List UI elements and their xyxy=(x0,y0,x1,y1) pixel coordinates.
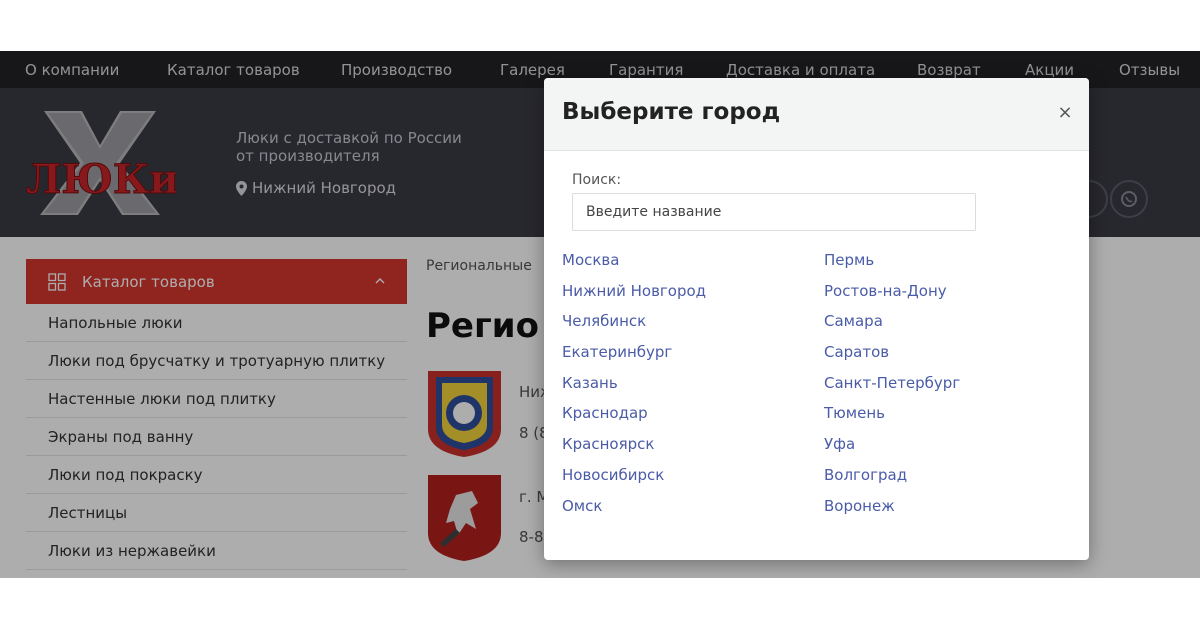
city-select-modal: Выберите город × Поиск: Москва Нижний Но… xyxy=(544,78,1089,560)
city-link-moscow[interactable]: Москва xyxy=(562,248,706,279)
close-icon[interactable]: × xyxy=(1057,104,1073,122)
city-link-rostov-on-don[interactable]: Ростов-на-Дону xyxy=(824,279,960,310)
city-link-perm[interactable]: Пермь xyxy=(824,248,960,279)
city-link-saint-petersburg[interactable]: Санкт-Петербург xyxy=(824,371,960,402)
city-link-volgograd[interactable]: Волгоград xyxy=(824,463,960,494)
city-link-tyumen[interactable]: Тюмень xyxy=(824,401,960,432)
modal-header: Выберите город × xyxy=(544,78,1089,151)
city-link-samara[interactable]: Самара xyxy=(824,309,960,340)
city-link-chelyabinsk[interactable]: Челябинск xyxy=(562,309,706,340)
city-link-omsk[interactable]: Омск xyxy=(562,494,706,525)
city-link-novosibirsk[interactable]: Новосибирск xyxy=(562,463,706,494)
modal-title: Выберите город xyxy=(562,99,781,125)
city-link-saratov[interactable]: Саратов xyxy=(824,340,960,371)
city-search-input[interactable] xyxy=(572,193,976,231)
page-frame: О компании Каталог товаров Производство … xyxy=(0,51,1200,578)
city-list-right: Пермь Ростов-на-Дону Самара Саратов Санк… xyxy=(824,248,960,524)
city-link-nizhny-novgorod[interactable]: Нижний Новгород xyxy=(562,279,706,310)
search-label: Поиск: xyxy=(572,172,622,188)
city-link-kazan[interactable]: Казань xyxy=(562,371,706,402)
city-list-left: Москва Нижний Новгород Челябинск Екатери… xyxy=(562,248,706,524)
city-link-yekaterinburg[interactable]: Екатеринбург xyxy=(562,340,706,371)
city-link-krasnoyarsk[interactable]: Красноярск xyxy=(562,432,706,463)
city-link-ufa[interactable]: Уфа xyxy=(824,432,960,463)
city-link-voronezh[interactable]: Воронеж xyxy=(824,494,960,525)
city-link-krasnodar[interactable]: Краснодар xyxy=(562,401,706,432)
